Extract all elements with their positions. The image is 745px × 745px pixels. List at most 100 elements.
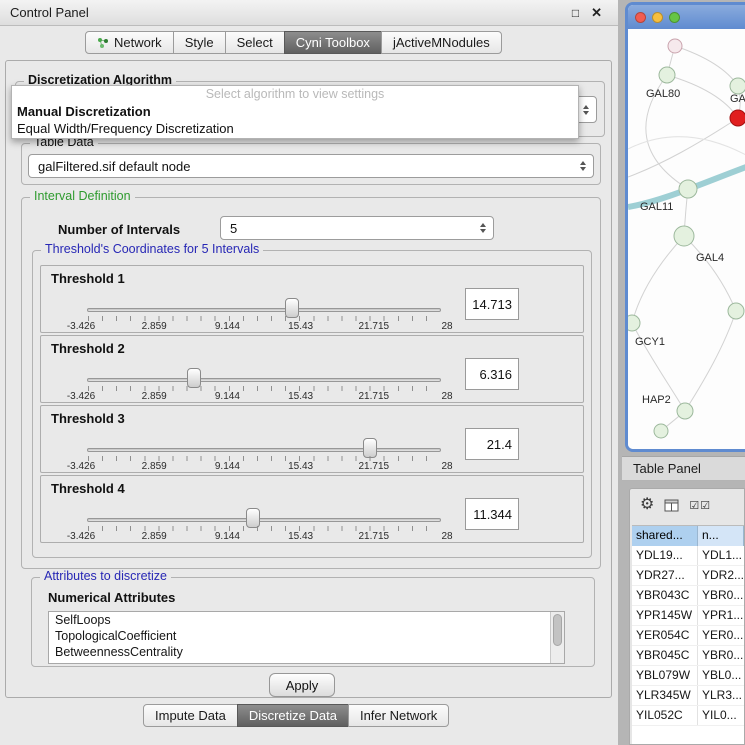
threshold-value-field[interactable]: 14.713 xyxy=(465,288,519,320)
table-panel-window: ⚙ ☑☑ shared... n... YDL19...YDL1...YDR27… xyxy=(629,488,745,745)
network-window-titlebar[interactable] xyxy=(628,5,745,29)
tab-label: Impute Data xyxy=(155,708,226,723)
tick-label: 15.43 xyxy=(288,391,313,402)
table-panel-title: Table Panel xyxy=(633,461,701,476)
combo-spinner[interactable] xyxy=(583,105,589,115)
tick-labels: -3.4262.8599.14415.4321.71528 xyxy=(81,321,447,333)
table-cell: YBR043C xyxy=(632,586,698,605)
list-item[interactable]: SelfLoops xyxy=(49,612,564,628)
threshold-panel: Threshold 2 -3.4262.8599.14415.4321.7152… xyxy=(40,335,584,403)
network-graph: GAL80 GA GAL11 GAL4 GCY1 HAP2 xyxy=(628,29,745,449)
list-scrollbar[interactable] xyxy=(550,612,564,663)
slider-thumb[interactable] xyxy=(246,508,260,528)
control-panel-tabs: Network Style Select Cyni Toolbox jActiv… xyxy=(85,31,502,54)
tick-label: 9.144 xyxy=(215,531,240,542)
node-label-gcy1: GCY1 xyxy=(635,336,665,348)
list-item[interactable]: BetweennessCentrality xyxy=(49,644,564,660)
minimize-traffic-light[interactable] xyxy=(652,12,663,23)
table-row[interactable]: YPR145WYPR1... xyxy=(632,606,744,626)
tick-label: 2.859 xyxy=(142,321,167,332)
group-label: Interval Definition xyxy=(30,189,135,203)
table-row[interactable]: YLR345WYLR3... xyxy=(632,686,744,706)
close-icon[interactable]: ✕ xyxy=(591,5,602,21)
spinner-down-icon xyxy=(583,111,589,115)
select-columns-icon[interactable]: ☑☑ xyxy=(689,499,711,512)
tick-labels: -3.4262.8599.14415.4321.71528 xyxy=(81,461,447,473)
apply-button[interactable]: Apply xyxy=(269,673,335,697)
gear-icon[interactable]: ⚙ xyxy=(640,497,654,513)
table-row[interactable]: YER054CYER0... xyxy=(632,626,744,646)
table-cell: YDR2... xyxy=(698,566,744,585)
network-node[interactable] xyxy=(654,424,668,438)
column-header-shared[interactable]: shared... xyxy=(632,526,698,546)
tab-label: Discretize Data xyxy=(249,708,337,723)
panel-title: Control Panel xyxy=(10,5,89,20)
tab-discretize-data[interactable]: Discretize Data xyxy=(237,704,349,727)
network-node-gal11[interactable] xyxy=(679,180,697,198)
combo-spinner[interactable] xyxy=(480,223,486,233)
number-of-intervals-combobox[interactable]: 5 xyxy=(220,216,494,240)
tick-label: 21.715 xyxy=(359,321,390,332)
table-row[interactable]: YDL19...YDL1... xyxy=(632,546,744,566)
table-cell: YIL052C xyxy=(632,706,698,725)
network-node[interactable] xyxy=(728,303,744,319)
tab-cyni-toolbox[interactable]: Cyni Toolbox xyxy=(284,31,382,54)
network-node-selected-red[interactable] xyxy=(730,110,745,126)
node-label-gal80: GAL80 xyxy=(646,88,680,100)
tick-label: 15.43 xyxy=(288,321,313,332)
tick-label: 9.144 xyxy=(215,461,240,472)
close-traffic-light[interactable] xyxy=(635,12,646,23)
table-cell: YER054C xyxy=(632,626,698,645)
dropdown-option-manual-discretization[interactable]: Manual Discretization xyxy=(12,103,578,120)
tab-label: jActiveMNodules xyxy=(393,35,490,50)
threshold-value-field[interactable]: 11.344 xyxy=(465,498,519,530)
node-label-gal11: GAL11 xyxy=(640,201,673,213)
table-data-combobox[interactable]: galFiltered.sif default node xyxy=(28,154,594,178)
list-item[interactable]: TopologicalCoefficient xyxy=(49,628,564,644)
threshold-panel: Threshold 4 -3.4262.8599.14415.4321.7152… xyxy=(40,475,584,543)
network-canvas[interactable]: GAL80 GA GAL11 GAL4 GCY1 HAP2 xyxy=(628,29,745,449)
slider-thumb[interactable] xyxy=(285,298,299,318)
table-row[interactable]: YBR043CYBR0... xyxy=(632,586,744,606)
network-node-gal4[interactable] xyxy=(674,226,694,246)
slider-thumb[interactable] xyxy=(363,438,377,458)
network-node[interactable] xyxy=(668,39,682,53)
network-node-hap2[interactable] xyxy=(677,403,693,419)
tab-jactivemodules[interactable]: jActiveMNodules xyxy=(381,31,502,54)
numerical-attributes-listbox[interactable]: SelfLoopsTopologicalCoefficientBetweenne… xyxy=(48,611,565,664)
table-row[interactable]: YDR27...YDR2... xyxy=(632,566,744,586)
table-cell: YLR3... xyxy=(698,686,744,705)
column-header-name[interactable]: n... xyxy=(698,526,744,546)
network-node-gcy1[interactable] xyxy=(628,315,640,331)
tick-label: 21.715 xyxy=(359,391,390,402)
table-header: shared... n... xyxy=(632,526,744,546)
tick-label: 2.859 xyxy=(142,531,167,542)
tab-impute-data[interactable]: Impute Data xyxy=(143,704,238,727)
table-toolbar: ⚙ ☑☑ xyxy=(630,489,744,521)
network-node-ga[interactable] xyxy=(730,78,745,94)
spinner-up-icon xyxy=(580,161,586,165)
table-row[interactable]: YBR045CYBR0... xyxy=(632,646,744,666)
scrollbar-thumb[interactable] xyxy=(553,614,562,646)
zoom-traffic-light[interactable] xyxy=(669,12,680,23)
columns-icon[interactable] xyxy=(664,499,679,512)
tab-label: Infer Network xyxy=(360,708,437,723)
tab-label: Network xyxy=(114,35,162,50)
threshold-value-field[interactable]: 21.4 xyxy=(465,428,519,460)
table-row[interactable]: YIL052CYIL0... xyxy=(632,706,744,726)
tab-network[interactable]: Network xyxy=(85,31,174,54)
dropdown-option-equal-width-frequency[interactable]: Equal Width/Frequency Discretization xyxy=(12,120,578,137)
tab-infer-network[interactable]: Infer Network xyxy=(348,704,449,727)
tab-select[interactable]: Select xyxy=(225,31,285,54)
threshold-value-field[interactable]: 6.316 xyxy=(465,358,519,390)
table-row[interactable]: YBL079WYBL0... xyxy=(632,666,744,686)
table-cell: YDR27... xyxy=(632,566,698,585)
table-cell: YBR0... xyxy=(698,586,744,605)
tab-label: Style xyxy=(185,35,214,50)
tab-style[interactable]: Style xyxy=(173,31,226,54)
combo-spinner[interactable] xyxy=(580,161,586,171)
slider-thumb[interactable] xyxy=(187,368,201,388)
network-node-gal80[interactable] xyxy=(659,67,675,83)
float-window-icon[interactable]: □ xyxy=(572,6,579,20)
algorithm-dropdown-popup: Select algorithm to view settings Manual… xyxy=(11,85,579,139)
